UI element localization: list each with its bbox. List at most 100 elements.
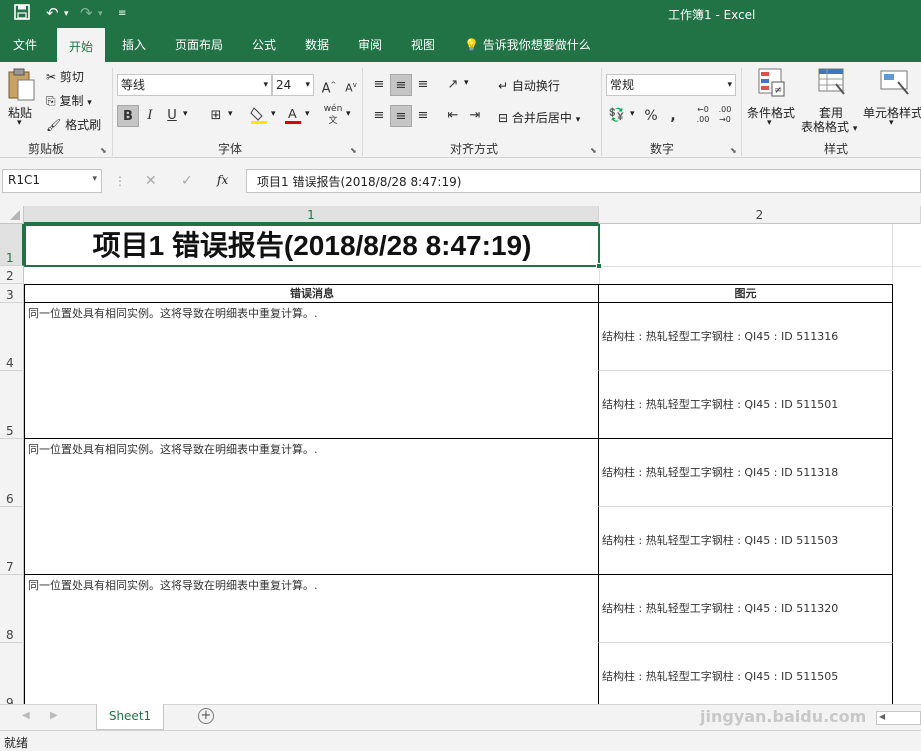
enter-icon[interactable]: ✓ xyxy=(181,173,193,189)
column-header-2[interactable]: 2 xyxy=(599,206,921,224)
chevron-down-icon[interactable]: ▾ xyxy=(64,9,69,19)
row-header-1[interactable]: 1 xyxy=(0,224,24,266)
formula-input[interactable]: 项目1 错误报告(2018/8/28 8:47:19) xyxy=(246,169,921,193)
select-all-corner[interactable] xyxy=(0,206,24,224)
worksheet-grid[interactable]: 1 2 1 2 3 4 5 6 7 8 9 项目1 错误报告(2018/8/28… xyxy=(0,206,921,704)
error-message-cell[interactable]: 同一位置处具有相同实例。这将导致在明细表中重复计算。. xyxy=(24,575,599,704)
font-color-icon[interactable]: A xyxy=(282,105,304,127)
chevron-down-icon[interactable]: ▾ xyxy=(271,109,276,119)
align-right-icon[interactable]: ≡ xyxy=(412,105,434,127)
cut-button[interactable]: ✂ 剪切 xyxy=(46,68,84,85)
horizontal-scrollbar[interactable]: ◀ xyxy=(876,711,921,725)
align-center-icon[interactable]: ≡ xyxy=(390,105,412,127)
decrease-decimal-icon[interactable]: .00 →0 xyxy=(714,105,736,127)
tab-formulas[interactable]: 公式 xyxy=(240,28,288,62)
tab-home[interactable]: 开始 xyxy=(57,28,106,62)
drag-handle-icon[interactable]: ⋮ xyxy=(114,174,126,188)
italic-button[interactable]: I xyxy=(139,105,161,127)
dialog-launcher-icon[interactable]: ⬊ xyxy=(730,146,737,155)
scroll-left-icon[interactable]: ◀ xyxy=(879,712,885,721)
chevron-down-icon[interactable]: ▾ xyxy=(183,109,188,119)
chevron-down-icon[interactable]: ▾ xyxy=(346,109,351,119)
number-format-select[interactable]: 常规 ▾ xyxy=(606,74,736,96)
element-cell[interactable]: 结构柱 : 热轧轻型工字钢柱 : QI45 : ID 511503 xyxy=(598,507,893,575)
chevron-down-icon[interactable]: ▾ xyxy=(228,109,233,119)
align-left-icon[interactable]: ≡ xyxy=(368,105,390,127)
bold-button[interactable]: B xyxy=(117,105,139,127)
element-cell[interactable]: 结构柱 : 热轧轻型工字钢柱 : QI45 : ID 511316 xyxy=(598,303,893,371)
table-format-icon[interactable] xyxy=(818,68,846,101)
cancel-icon[interactable]: ✕ xyxy=(145,173,157,189)
phonetic-icon[interactable]: wén 文 xyxy=(322,103,344,126)
element-cell[interactable]: 结构柱 : 热轧轻型工字钢柱 : QI45 : ID 511320 xyxy=(598,575,893,643)
sheet-tab-sheet1[interactable]: Sheet1 xyxy=(96,704,164,730)
chevron-down-icon[interactable]: ▾ xyxy=(889,118,894,128)
tab-view[interactable]: 视图 xyxy=(399,28,447,62)
row-header-4[interactable]: 4 xyxy=(0,303,24,371)
row-header-7[interactable]: 7 xyxy=(0,507,24,575)
paste-icon[interactable] xyxy=(6,68,38,101)
dialog-launcher-icon[interactable]: ⬊ xyxy=(350,146,357,155)
scroll-right-icon[interactable]: ▶ xyxy=(50,710,58,721)
tab-review[interactable]: 审阅 xyxy=(346,28,394,62)
orientation-icon[interactable]: ↗ xyxy=(442,74,464,96)
cell-styles-icon[interactable] xyxy=(880,68,910,101)
column-header-1[interactable]: 1 xyxy=(24,206,599,224)
chevron-down-icon[interactable]: ▾ xyxy=(464,78,469,88)
chevron-down-icon[interactable]: ▾ xyxy=(17,118,22,128)
error-message-cell[interactable]: 同一位置处具有相同实例。这将导致在明细表中重复计算。. xyxy=(24,439,599,575)
report-title-cell[interactable]: 项目1 错误报告(2018/8/28 8:47:19) xyxy=(24,224,600,267)
percent-button[interactable]: % xyxy=(640,105,662,127)
fill-handle[interactable] xyxy=(596,263,602,269)
conditional-format-icon[interactable]: ≠ xyxy=(758,68,786,101)
row-header-9[interactable]: 9 xyxy=(0,643,24,704)
increase-font-icon[interactable]: A^ xyxy=(318,74,340,96)
error-message-cell[interactable]: 同一位置处具有相同实例。这将导致在明细表中重复计算。. xyxy=(24,303,599,439)
chevron-down-icon[interactable]: ▾ xyxy=(767,118,772,128)
undo-icon[interactable]: ↶ xyxy=(46,4,59,22)
customize-icon[interactable]: ≡ xyxy=(118,8,126,19)
comma-button[interactable]: , xyxy=(662,105,684,127)
tab-page-layout[interactable]: 页面布局 xyxy=(163,28,235,62)
copy-button[interactable]: ⎘ 复制 ▾ xyxy=(46,92,92,109)
decrease-font-icon[interactable]: Av xyxy=(340,74,362,96)
name-box[interactable]: R1C1 ▾ xyxy=(2,169,102,193)
chevron-down-icon[interactable]: ▾ xyxy=(630,109,635,119)
format-painter-button[interactable]: 🖌 格式刷 xyxy=(46,116,101,133)
align-bottom-icon[interactable]: ≡ xyxy=(412,74,434,96)
wrap-text-button[interactable]: ↵ 自动换行 xyxy=(498,77,560,94)
chevron-down-icon[interactable]: ▾ xyxy=(305,109,310,119)
fill-color-icon[interactable] xyxy=(248,105,270,127)
header-error-message[interactable]: 错误消息 xyxy=(24,284,599,303)
merge-center-button[interactable]: ⊟ 合并后居中 ▾ xyxy=(498,109,580,126)
align-top-icon[interactable]: ≡ xyxy=(368,74,390,96)
save-icon[interactable] xyxy=(14,4,30,24)
borders-icon[interactable]: ⊞ xyxy=(205,105,227,127)
align-middle-icon[interactable]: ≡ xyxy=(390,74,412,96)
dialog-launcher-icon[interactable]: ⬊ xyxy=(590,146,597,155)
row-header-5[interactable]: 5 xyxy=(0,371,24,439)
chevron-down-icon[interactable]: ▾ xyxy=(98,9,103,19)
row-header-6[interactable]: 6 xyxy=(0,439,24,507)
decrease-indent-icon[interactable]: ⇤ xyxy=(442,105,464,127)
tab-data[interactable]: 数据 xyxy=(293,28,341,62)
font-name-select[interactable]: 等线 ▾ xyxy=(117,74,272,96)
tab-insert[interactable]: 插入 xyxy=(110,28,158,62)
element-cell[interactable]: 结构柱 : 热轧轻型工字钢柱 : QI45 : ID 511505 xyxy=(598,643,893,704)
element-cell[interactable]: 结构柱 : 热轧轻型工字钢柱 : QI45 : ID 511501 xyxy=(598,371,893,439)
increase-indent-icon[interactable]: ⇥ xyxy=(464,105,486,127)
insert-function-icon[interactable]: fx xyxy=(217,173,228,187)
header-element[interactable]: 图元 xyxy=(598,284,893,303)
row-header-2[interactable]: 2 xyxy=(0,266,24,284)
row-header-8[interactable]: 8 xyxy=(0,575,24,643)
table-format-button[interactable]: 表格格式 ▾ xyxy=(801,118,857,135)
scroll-left-icon[interactable]: ◀ xyxy=(22,710,30,721)
currency-icon[interactable]: 💱 xyxy=(606,105,628,127)
increase-decimal-icon[interactable]: ←0.00 xyxy=(692,105,714,127)
tab-file[interactable]: 文件 xyxy=(1,28,49,62)
tell-me-box[interactable]: 💡 告诉我你想要做什么 xyxy=(452,28,603,62)
dialog-launcher-icon[interactable]: ⬊ xyxy=(100,146,107,155)
underline-button[interactable]: U xyxy=(161,105,183,127)
element-cell[interactable]: 结构柱 : 热轧轻型工字钢柱 : QI45 : ID 511318 xyxy=(598,439,893,507)
font-size-select[interactable]: 24 ▾ xyxy=(272,74,314,96)
